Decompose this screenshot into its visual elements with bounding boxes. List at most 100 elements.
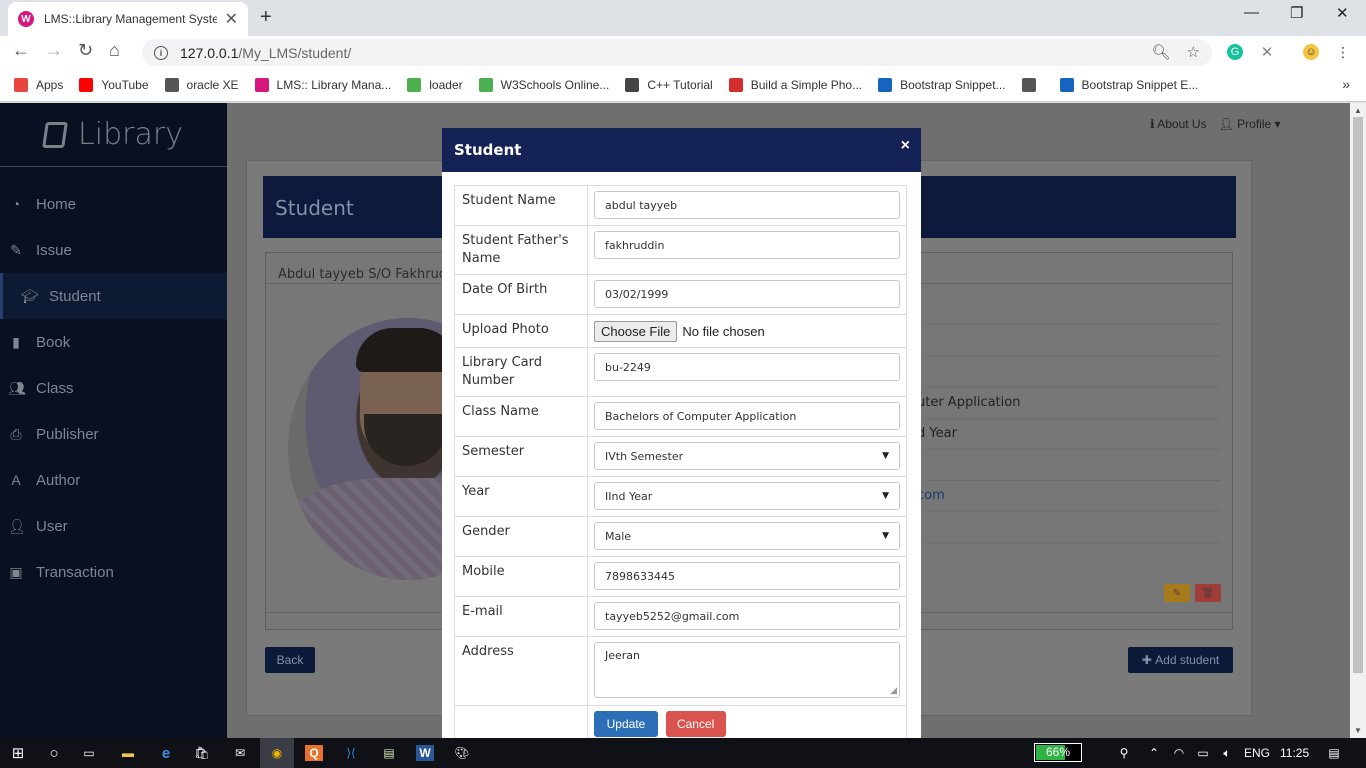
sidebar-item-label: Book [36, 333, 71, 351]
edge-icon[interactable]: e [157, 745, 175, 762]
notepad-icon[interactable]: ▤ [380, 745, 398, 761]
gender-select[interactable]: Male ▼ [594, 522, 900, 550]
father-name-input[interactable]: fakhruddin [594, 231, 900, 259]
wifi-icon[interactable]: ◠ [1170, 745, 1188, 761]
bookmark-item[interactable]: Bootstrap Snippet E... [1059, 77, 1199, 92]
sidebar-item-label: User [36, 517, 68, 535]
bookmark-item[interactable]: Build a Simple Pho... [728, 77, 862, 92]
volume-icon[interactable]: 🔈︎ [1218, 745, 1236, 761]
forward-icon[interactable]: → [45, 40, 63, 61]
sidebar-item-class[interactable]: 👥︎ Class [0, 365, 227, 411]
bookmark-item[interactable]: Apps [14, 77, 63, 92]
email-input[interactable]: tayyeb5252@gmail.com [594, 602, 900, 630]
bookmark-item[interactable] [1021, 77, 1044, 92]
update-button[interactable]: Update [594, 711, 658, 737]
bookmark-item[interactable]: loader [407, 77, 463, 92]
sidebar-item-transaction[interactable]: ▣ Transaction [0, 549, 227, 595]
page-scrollbar[interactable]: ▲ ▼ [1350, 103, 1366, 738]
reload-icon[interactable]: ↻ [78, 40, 93, 61]
divider [926, 356, 1221, 357]
bookmark-item[interactable]: YouTube [79, 77, 149, 92]
chrome-icon[interactable]: ◉ [268, 745, 286, 761]
clock[interactable]: 11:25 [1280, 746, 1309, 760]
mail-icon[interactable]: ✉ [231, 745, 249, 761]
mobile-input[interactable]: 7898633445 [594, 562, 900, 590]
sidebar-item-issue[interactable]: ✎ Issue [0, 227, 227, 273]
student-name-input[interactable]: abdul tayyeb [594, 191, 900, 219]
dob-input[interactable]: 03/02/1999 [594, 280, 900, 308]
paint-icon[interactable]: 🎨︎ [453, 745, 471, 761]
address-value: Jeeran [605, 649, 641, 662]
home-icon[interactable]: ⌂ [109, 40, 120, 61]
back-icon[interactable]: ← [12, 40, 30, 61]
about-us-link[interactable]: ℹ About Us [1150, 117, 1207, 131]
sidebar-item-home[interactable]: ◔ Home [0, 181, 227, 227]
choose-file-button[interactable]: Choose File [594, 320, 678, 342]
file-explorer-icon[interactable]: ▬ [119, 745, 137, 761]
scroll-down-icon[interactable]: ▼ [1354, 726, 1362, 735]
brand[interactable]: Library [0, 103, 227, 167]
app-q-icon[interactable]: Q [305, 745, 323, 761]
bookmark-item[interactable]: Bootstrap Snippet... [878, 77, 1006, 92]
battery-tray-icon[interactable]: ▭ [1194, 745, 1212, 761]
sidebar-item-author[interactable]: A Author [0, 457, 227, 503]
scrollbar-thumb[interactable] [1353, 117, 1363, 673]
address-label: Address [454, 636, 588, 706]
library-card-input[interactable]: bu-2249 [594, 353, 900, 381]
word-icon[interactable]: W [416, 745, 434, 761]
bookmarks-overflow-icon[interactable]: » [1342, 76, 1350, 92]
extension-x-icon[interactable]: ✕ [1259, 44, 1275, 61]
student-email-link[interactable]: com [917, 488, 945, 503]
task-view-icon[interactable]: ▭ [80, 745, 98, 761]
delete-icon[interactable]: 🗑︎ [1195, 584, 1221, 602]
cancel-button[interactable]: Cancel [665, 711, 726, 737]
menu-dots-icon[interactable]: ⋮ [1335, 44, 1351, 60]
notification-icon[interactable]: ▤ [1325, 745, 1343, 761]
sidebar-item-student[interactable]: 🎓︎ Student [0, 273, 227, 319]
address-textarea[interactable]: Jeeran ◢ [594, 642, 900, 698]
new-tab-button[interactable]: + [260, 6, 272, 29]
chevron-up-icon[interactable]: ⌃ [1145, 745, 1163, 761]
battery-indicator[interactable]: 66% [1034, 743, 1082, 762]
bookmark-star-icon[interactable]: ☆ [1187, 43, 1200, 61]
semester-select[interactable]: IVth Semester ▼ [594, 442, 900, 470]
sidebar-item-book[interactable]: ▮ Book [0, 319, 227, 365]
search-circle-icon[interactable]: ○ [45, 745, 63, 762]
back-button[interactable]: Back [265, 647, 315, 673]
address-bar[interactable]: i 127.0.0.1 /My_LMS/student/ 🔍︎ ☆ [142, 39, 1212, 66]
edit-icon[interactable]: ✎ [1164, 584, 1190, 602]
sidebar-item-publisher[interactable]: ⎙ Publisher [0, 411, 227, 457]
year-label: Year [454, 476, 588, 517]
minimize-icon[interactable]: — [1244, 4, 1259, 21]
resize-grip-icon[interactable]: ◢ [890, 686, 897, 696]
language-indicator[interactable]: ENG [1244, 746, 1270, 760]
bookmark-item[interactable]: LMS:: Library Mana... [254, 77, 391, 92]
sidebar-item-user[interactable]: 👤︎ User [0, 503, 227, 549]
top-nav: ℹ About Us 👤︎ Profile ▾ [1150, 117, 1281, 131]
zoom-icon[interactable]: 🔍︎ [1152, 43, 1171, 61]
store-icon[interactable]: 🛍︎ [193, 745, 211, 761]
close-window-icon[interactable]: ✕ [1336, 4, 1349, 22]
scroll-up-icon[interactable]: ▲ [1354, 106, 1362, 115]
bookmark-item[interactable]: oracle XE [164, 77, 239, 92]
class-name-input[interactable]: Bachelors of Computer Application [594, 402, 900, 430]
info-icon[interactable]: i [154, 45, 168, 60]
bookmark-label: Bootstrap Snippet E... [1081, 77, 1199, 92]
year-select[interactable]: IInd Year ▼ [594, 482, 900, 510]
book-logo-icon [42, 121, 68, 148]
windows-start-icon[interactable]: ⊞ [9, 745, 27, 762]
people-icon[interactable]: ⚲ [1115, 745, 1133, 761]
add-student-button[interactable]: ✚ Add student [1128, 647, 1233, 673]
close-icon[interactable]: × [901, 137, 910, 155]
sidebar-item-label: Class [36, 379, 74, 397]
grammarly-icon[interactable]: G [1227, 44, 1243, 60]
emoji-extension-icon[interactable]: ☺ [1303, 44, 1319, 60]
bookmark-item[interactable]: C++ Tutorial [625, 77, 713, 92]
bookmark-item[interactable]: W3Schools Online... [478, 77, 609, 92]
sidebar: Library ◔ Home ✎ Issue 🎓︎ Student ▮ Book 👥︎ Class… [0, 103, 227, 738]
vscode-icon[interactable]: ⟩⟨ [342, 745, 360, 761]
close-tab-icon[interactable]: ✕ [225, 9, 238, 29]
restore-icon[interactable]: ❐ [1290, 4, 1303, 22]
browser-tab[interactable]: W LMS::Library Management System ✕ [8, 2, 248, 36]
profile-dropdown[interactable]: 👤︎ Profile ▾ [1219, 117, 1281, 131]
